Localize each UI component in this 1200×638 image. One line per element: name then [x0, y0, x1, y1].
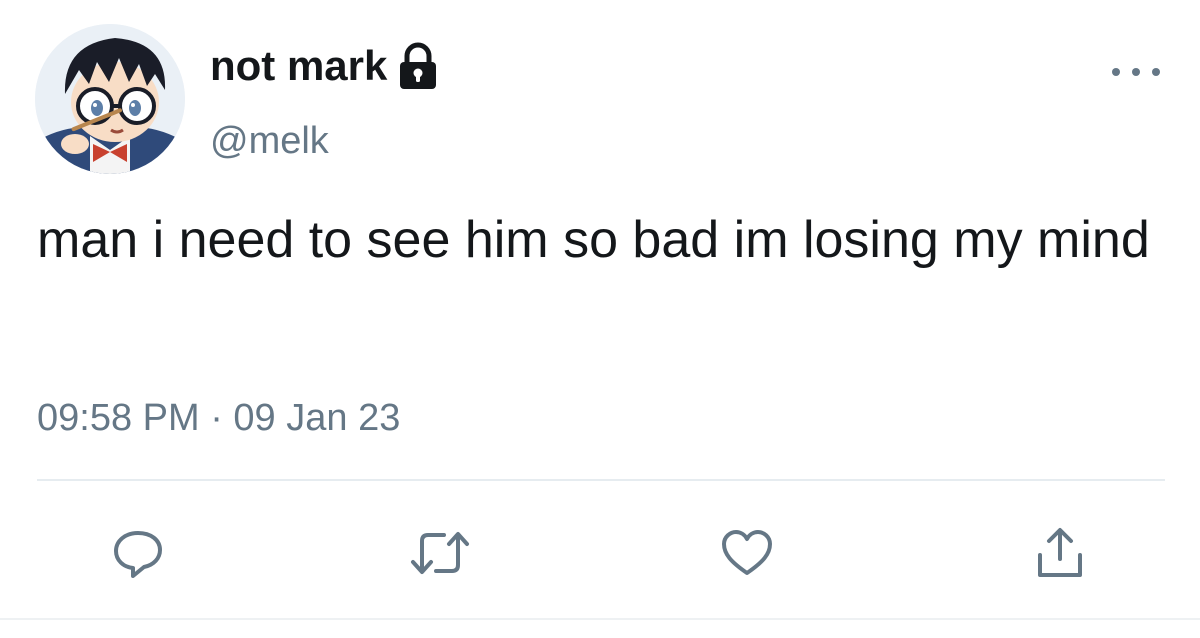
share-icon: [1038, 528, 1082, 577]
bottom-divider: [0, 618, 1200, 620]
lock-icon: [397, 41, 439, 91]
tweet-card: not mark @melk man i need to see him so …: [0, 0, 1200, 638]
user-handle[interactable]: @melk: [210, 116, 329, 166]
retweet-button[interactable]: [405, 518, 475, 588]
avatar[interactable]: [35, 24, 185, 174]
anime-avatar-icon: [35, 24, 185, 174]
heart-icon: [722, 530, 772, 575]
tweet-text: man i need to see him so bad im losing m…: [37, 211, 1150, 269]
more-dot-icon: [1132, 68, 1140, 76]
share-button[interactable]: [1025, 518, 1095, 588]
display-name-text: not mark: [210, 42, 388, 89]
like-button[interactable]: [712, 518, 782, 588]
reply-button[interactable]: [103, 518, 173, 588]
more-dot-icon: [1112, 68, 1120, 76]
reply-icon: [114, 531, 162, 578]
more-options-button[interactable]: [1112, 58, 1160, 86]
divider: [37, 479, 1165, 481]
user-display-name[interactable]: not mark: [210, 38, 439, 94]
retweet-icon: [411, 532, 469, 574]
more-dot-icon: [1152, 68, 1160, 76]
tweet-timestamp[interactable]: 09:58 PM · 09 Jan 23: [37, 390, 400, 446]
